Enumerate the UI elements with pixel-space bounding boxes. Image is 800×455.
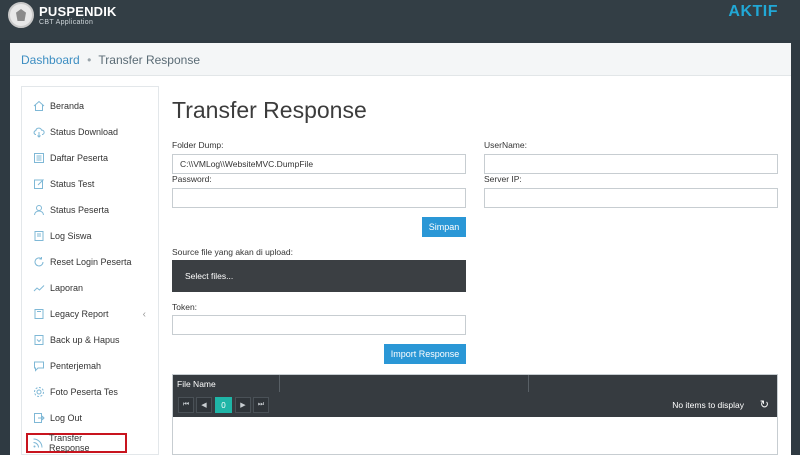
rss-icon [32, 437, 44, 449]
sidebar-item-backup-hapus[interactable]: Back up & Hapus [22, 327, 158, 353]
folder-dump-input[interactable] [172, 154, 466, 174]
sidebar-item-reset-login[interactable]: Reset Login Peserta [22, 249, 158, 275]
sidebar-item-label: Foto Peserta Tes [50, 387, 118, 397]
app-subtitle: CBT Application [39, 18, 94, 26]
sidebar-item-label: Status Test [50, 179, 95, 189]
save-button[interactable]: Simpan [422, 217, 466, 237]
source-file-label: Source file yang akan di upload: [172, 247, 293, 257]
sidebar-item-legacy-report[interactable]: Legacy Report ‹ [22, 301, 158, 327]
sidebar-item-label: Reset Login Peserta [50, 257, 132, 267]
token-input[interactable] [172, 315, 466, 335]
sidebar-menu: Beranda Status Download Daftar Peserta S… [21, 86, 159, 455]
refresh-icon[interactable]: ↻ [760, 398, 769, 411]
grid-header: File Name [173, 375, 777, 392]
prev-page-icon[interactable]: ◀ [196, 397, 212, 413]
select-files-button[interactable]: Select files... [172, 260, 466, 292]
sidebar-item-label: Daftar Peserta [50, 153, 109, 163]
gear-icon [33, 386, 45, 398]
sidebar-item-label: Status Peserta [50, 205, 110, 215]
column-header[interactable] [529, 375, 777, 392]
current-page[interactable]: 0 [215, 397, 232, 413]
sidebar-item-label: Beranda [50, 101, 85, 111]
sidebar-item-label: Status Download [50, 127, 119, 137]
next-page-icon[interactable]: ▶ [235, 397, 251, 413]
token-label: Token: [172, 302, 198, 312]
home-icon [33, 100, 45, 112]
password-input[interactable] [172, 188, 466, 208]
sidebar-item-log-siswa[interactable]: Log Siswa [22, 223, 158, 249]
server-ip-input[interactable] [484, 188, 778, 208]
sidebar-item-label: Transfer Response [49, 433, 90, 453]
sidebar-item-foto-peserta[interactable]: Foto Peserta Tes [22, 379, 158, 405]
sidebar-item-label: Log Out [50, 413, 83, 423]
log-icon [33, 230, 45, 242]
username-input[interactable] [484, 154, 778, 174]
column-header[interactable] [280, 375, 529, 392]
username-label: UserName: [484, 140, 527, 150]
list-icon [33, 152, 45, 164]
column-header-file-name[interactable]: File Name [173, 375, 280, 392]
chart-icon [33, 282, 45, 294]
import-response-button[interactable]: Import Response [384, 344, 466, 364]
breadcrumb-separator: • [87, 53, 92, 67]
sidebar-item-status-test[interactable]: Status Test [22, 171, 158, 197]
last-page-icon[interactable]: ⏭ [253, 397, 269, 413]
refresh-icon [33, 256, 45, 268]
sidebar-item-status-peserta[interactable]: Status Peserta [22, 197, 158, 223]
sidebar-item-beranda[interactable]: Beranda [22, 93, 158, 119]
first-page-icon[interactable]: ⏮ [178, 397, 194, 413]
report-icon [33, 308, 45, 320]
page-title: Transfer Response [172, 97, 367, 123]
sidebar-item-laporan[interactable]: Laporan [22, 275, 158, 301]
server-ip-label: Server IP: [484, 174, 522, 184]
file-grid: File Name ⏮ ◀ 0 ▶ ⏭ No items to display … [172, 374, 778, 455]
edit-icon [33, 178, 45, 190]
emblem-icon [8, 2, 34, 28]
logout-icon [33, 412, 45, 424]
app-title: PUSPENDIK [39, 3, 117, 19]
status-indicator: AKTIF [728, 3, 778, 20]
top-bar: PUSPENDIK CBT Application AKTIF [0, 0, 800, 40]
app-logo[interactable]: PUSPENDIK CBT Application [8, 2, 117, 28]
sidebar-item-label: Penterjemah [50, 361, 102, 371]
sidebar-item-status-download[interactable]: Status Download [22, 119, 158, 145]
sidebar-item-log-out[interactable]: Log Out [22, 405, 158, 431]
backup-icon [33, 334, 45, 346]
sidebar-item-penterjemah[interactable]: Penterjemah [22, 353, 158, 379]
pager-info: No items to display [672, 400, 744, 410]
password-label: Password: [172, 174, 212, 184]
breadcrumb-current: Transfer Response [98, 53, 200, 67]
cloud-download-icon [33, 126, 45, 138]
sidebar-item-label: Log Siswa [50, 231, 92, 241]
sidebar-item-label: Legacy Report [50, 309, 109, 319]
sidebar-item-daftar-peserta[interactable]: Daftar Peserta [22, 145, 158, 171]
grid-pager: ⏮ ◀ 0 ▶ ⏭ No items to display ↻ [173, 392, 777, 417]
folder-dump-label: Folder Dump: [172, 140, 224, 150]
chevron-left-icon[interactable]: ‹ [143, 309, 146, 320]
user-icon [33, 204, 45, 216]
breadcrumb-dashboard-link[interactable]: Dashboard [21, 53, 80, 67]
sidebar-item-transfer-response[interactable]: Transfer Response [26, 433, 127, 453]
sidebar-item-label: Laporan [50, 283, 84, 293]
chat-icon [33, 360, 45, 372]
sidebar-item-label: Back up & Hapus [50, 335, 120, 345]
breadcrumb: Dashboard • Transfer Response [10, 43, 791, 76]
